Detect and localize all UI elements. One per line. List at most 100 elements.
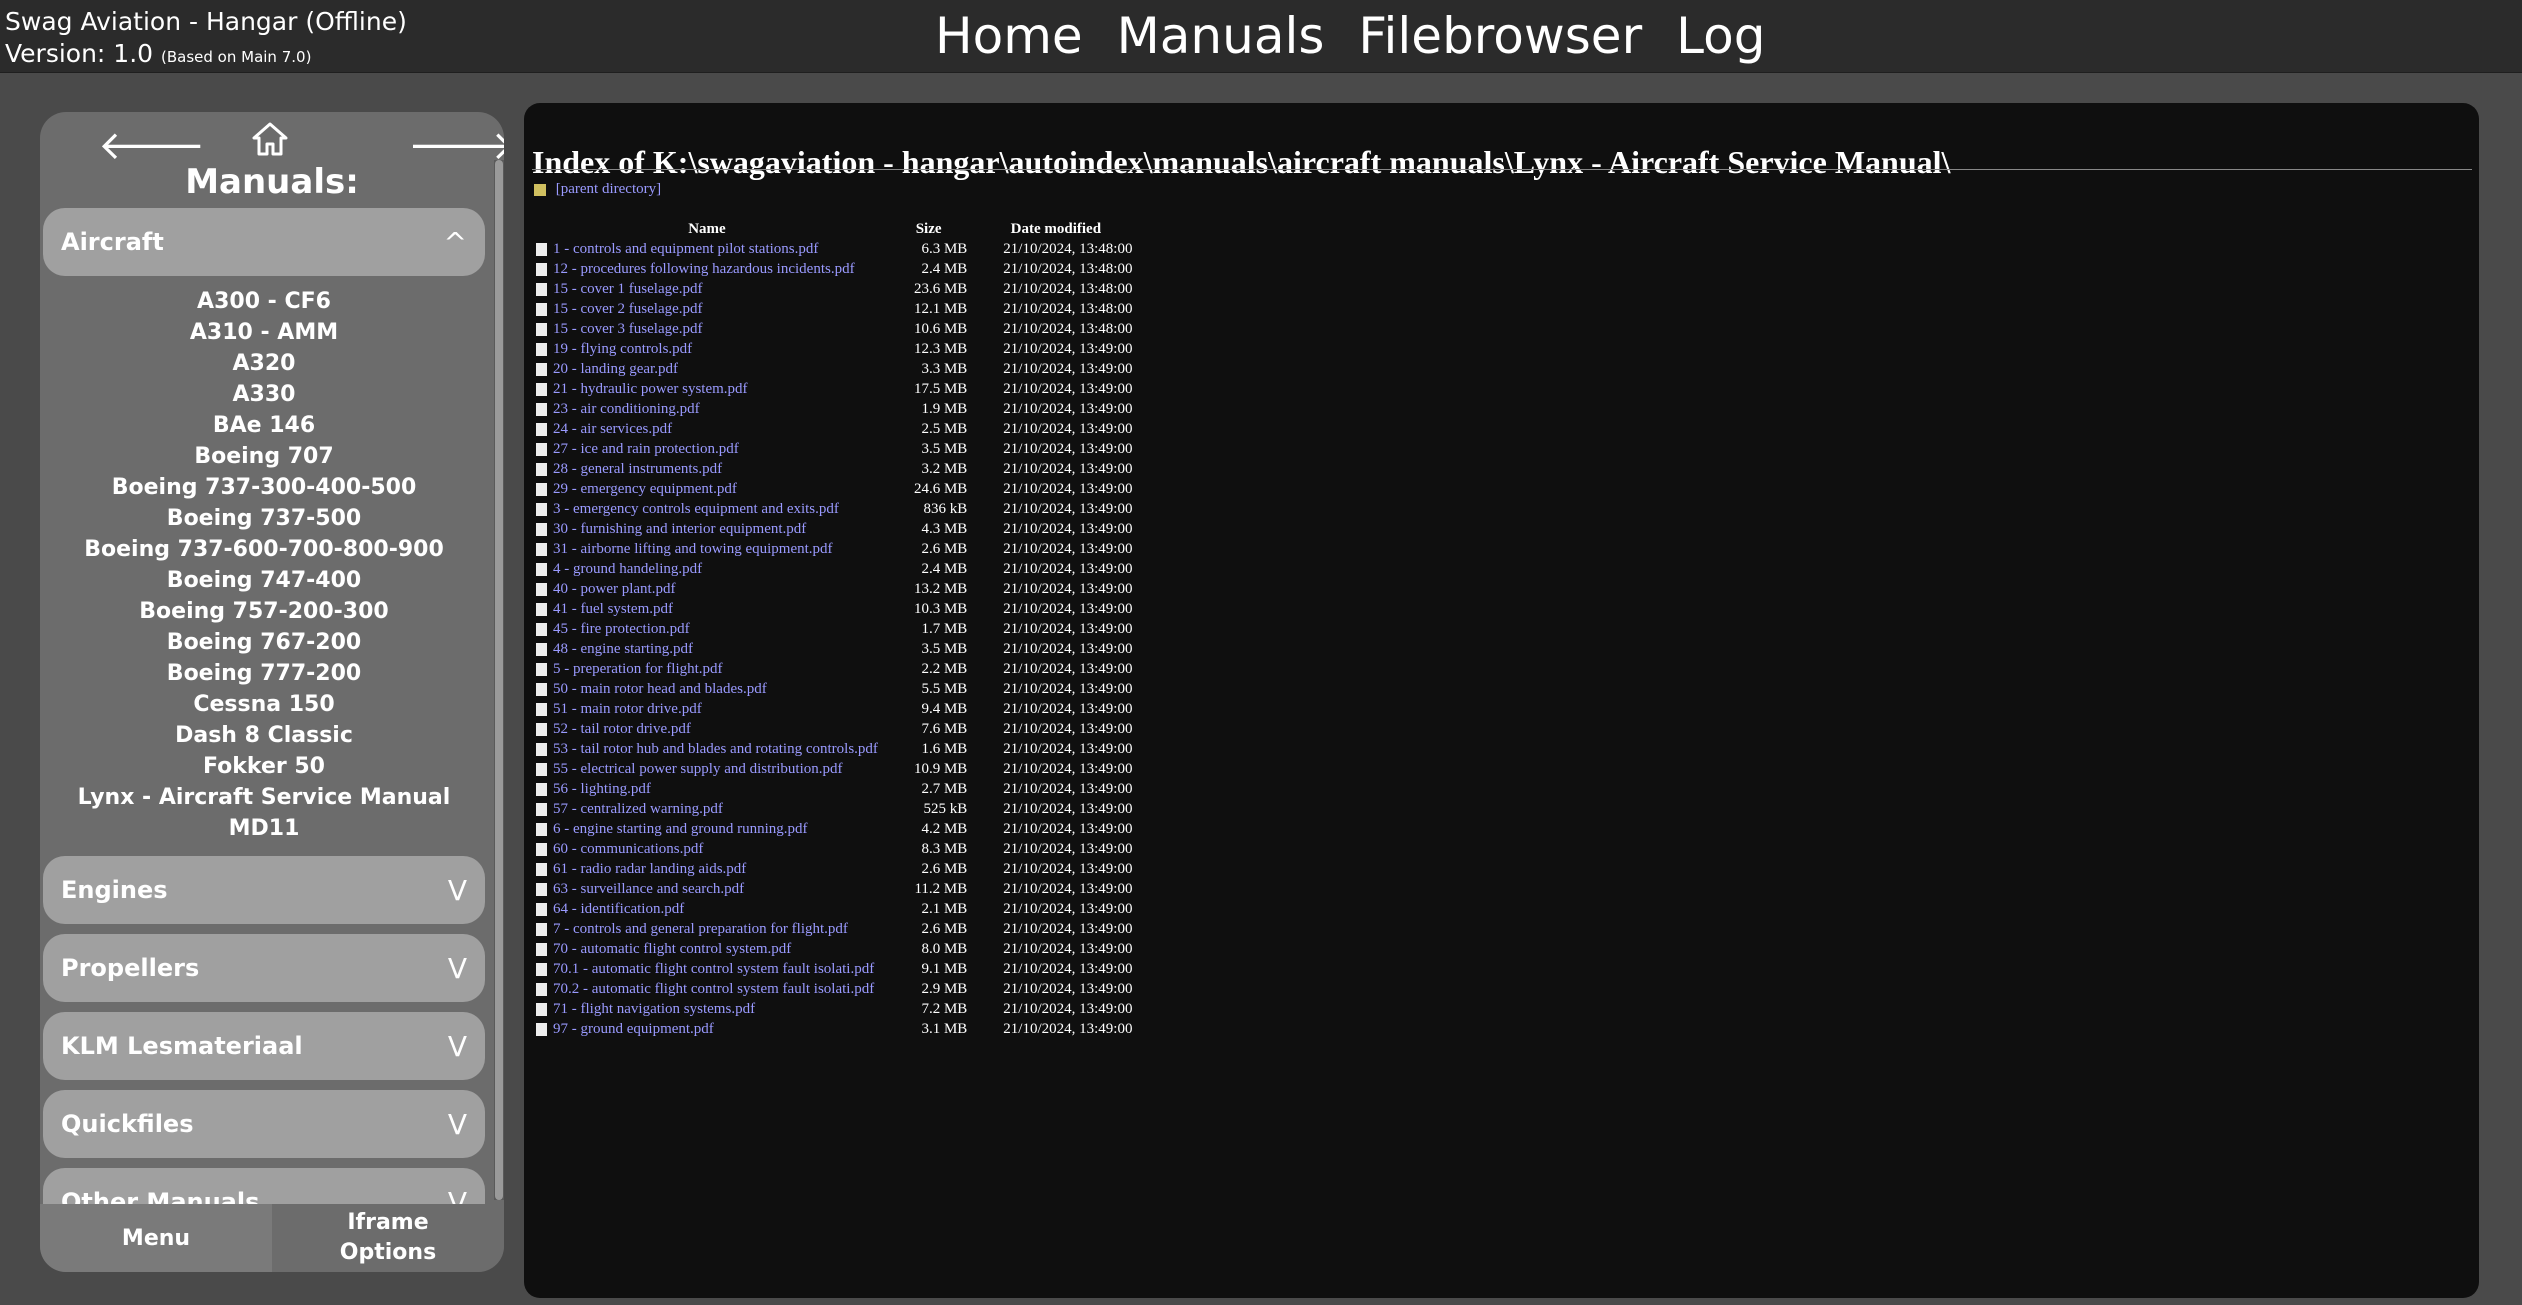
- file-link[interactable]: 12 - procedures following hazardous inci…: [553, 261, 855, 277]
- aircraft-item-b757[interactable]: Boeing 757-200-300: [43, 596, 485, 627]
- file-link[interactable]: 63 - surveillance and search.pdf: [553, 881, 744, 897]
- aircraft-item-a310[interactable]: A310 - AMM: [43, 317, 485, 348]
- file-name-cell: 31 - airborne lifting and towing equipme…: [530, 539, 884, 559]
- aircraft-item-lynx[interactable]: Lynx - Aircraft Service Manual: [43, 782, 485, 813]
- aircraft-item-b737-300[interactable]: Boeing 737-300-400-500: [43, 472, 485, 503]
- file-icon: [536, 282, 547, 296]
- file-link[interactable]: 60 - communications.pdf: [553, 841, 703, 857]
- file-name-cell: 7 - controls and general preparation for…: [530, 919, 884, 939]
- file-icon: [536, 582, 547, 596]
- aircraft-item-b767[interactable]: Boeing 767-200: [43, 627, 485, 658]
- column-size[interactable]: Size: [884, 219, 973, 239]
- file-date: 21/10/2024, 13:49:00: [1003, 560, 1133, 577]
- file-link[interactable]: 55 - electrical power supply and distrib…: [553, 761, 843, 777]
- file-size: 10.3 MB: [913, 600, 968, 617]
- table-row: 20 - landing gear.pdf 3.3 MB 21/10/2024, 1…: [530, 359, 1138, 379]
- file-size: 5.5 MB: [921, 680, 968, 697]
- file-icon: [536, 642, 547, 656]
- file-link[interactable]: 15 - cover 2 fuselage.pdf: [553, 301, 703, 317]
- file-icon: [536, 982, 547, 996]
- file-link[interactable]: 70 - automatic flight control system.pdf: [553, 941, 791, 957]
- file-date: 21/10/2024, 13:49:00: [1003, 840, 1133, 857]
- aircraft-item-bae146[interactable]: BAe 146: [43, 410, 485, 441]
- file-link[interactable]: 64 - identification.pdf: [553, 901, 684, 917]
- file-link[interactable]: 40 - power plant.pdf: [553, 581, 675, 597]
- aircraft-item-b707[interactable]: Boeing 707: [43, 441, 485, 472]
- file-link[interactable]: 24 - air services.pdf: [553, 421, 672, 437]
- file-size: 6.3 MB: [921, 240, 968, 257]
- aircraft-item-cessna150[interactable]: Cessna 150: [43, 689, 485, 720]
- file-link[interactable]: 41 - fuel system.pdf: [553, 601, 673, 617]
- file-size: 2.4 MB: [921, 260, 968, 277]
- aircraft-item-b747[interactable]: Boeing 747-400: [43, 565, 485, 596]
- file-link[interactable]: 15 - cover 3 fuselage.pdf: [553, 321, 703, 337]
- nav-manuals[interactable]: Manuals: [1117, 7, 1325, 65]
- file-size: 2.6 MB: [921, 860, 968, 877]
- file-link[interactable]: 50 - main rotor head and blades.pdf: [553, 681, 767, 697]
- file-size: 11.2 MB: [914, 880, 968, 897]
- category-aircraft[interactable]: Aircraft ^: [43, 208, 485, 276]
- file-icon: [536, 422, 547, 436]
- file-link[interactable]: 6 - engine starting and ground running.p…: [553, 821, 808, 837]
- file-name-cell: 55 - electrical power supply and distrib…: [530, 759, 884, 779]
- aircraft-item-b737-600[interactable]: Boeing 737-600-700-800-900: [43, 534, 485, 565]
- file-link[interactable]: 21 - hydraulic power system.pdf: [553, 381, 748, 397]
- category-klm-lesmateriaal[interactable]: KLM Lesmateriaal V: [43, 1012, 485, 1080]
- file-link[interactable]: 57 - centralized warning.pdf: [553, 801, 723, 817]
- nav-home[interactable]: Home: [935, 7, 1083, 65]
- file-link[interactable]: 56 - lighting.pdf: [553, 781, 651, 797]
- file-size: 2.9 MB: [921, 980, 968, 997]
- file-icon: [536, 342, 547, 356]
- file-link[interactable]: 15 - cover 1 fuselage.pdf: [553, 281, 703, 297]
- file-link[interactable]: 20 - landing gear.pdf: [553, 361, 678, 377]
- menu-tab[interactable]: Menu: [40, 1204, 272, 1272]
- file-link[interactable]: 4 - ground handeling.pdf: [553, 561, 702, 577]
- category-quickfiles[interactable]: Quickfiles V: [43, 1090, 485, 1158]
- home-icon[interactable]: [252, 122, 288, 160]
- aircraft-item-b777[interactable]: Boeing 777-200: [43, 658, 485, 689]
- file-link[interactable]: 70.2 - automatic flight control system f…: [553, 981, 874, 997]
- sidebar-scrollbar[interactable]: [495, 160, 503, 1200]
- file-link[interactable]: 53 - tail rotor hub and blades and rotat…: [553, 741, 878, 757]
- column-date[interactable]: Date modified: [973, 219, 1138, 239]
- aircraft-item-dash8[interactable]: Dash 8 Classic: [43, 720, 485, 751]
- aircraft-item-a300[interactable]: A300 - CF6: [43, 286, 485, 317]
- file-link[interactable]: 3 - emergency controls equipment and exi…: [553, 501, 839, 517]
- file-link[interactable]: 5 - preperation for flight.pdf: [553, 661, 723, 677]
- file-link[interactable]: 97 - ground equipment.pdf: [553, 1021, 714, 1037]
- file-link[interactable]: 31 - airborne lifting and towing equipme…: [553, 541, 833, 557]
- file-link[interactable]: 19 - flying controls.pdf: [553, 341, 692, 357]
- file-link[interactable]: 45 - fire protection.pdf: [553, 621, 690, 637]
- file-link[interactable]: 28 - general instruments.pdf: [553, 461, 722, 477]
- file-link[interactable]: 27 - ice and rain protection.pdf: [553, 441, 739, 457]
- file-link[interactable]: 30 - furnishing and interior equipment.p…: [553, 521, 806, 537]
- nav-filebrowser[interactable]: Filebrowser: [1358, 7, 1642, 65]
- file-link[interactable]: 48 - engine starting.pdf: [553, 641, 693, 657]
- category-engines[interactable]: Engines V: [43, 856, 485, 924]
- file-link[interactable]: 52 - tail rotor drive.pdf: [553, 721, 691, 737]
- file-link[interactable]: 61 - radio radar landing aids.pdf: [553, 861, 746, 877]
- table-row: 15 - cover 3 fuselage.pdf 10.6 MB 21/10/20…: [530, 319, 1138, 339]
- file-date: 21/10/2024, 13:49:00: [1003, 940, 1133, 957]
- aircraft-item-a330[interactable]: A330: [43, 379, 485, 410]
- file-link[interactable]: 23 - air conditioning.pdf: [553, 401, 700, 417]
- file-link[interactable]: 1 - controls and equipment pilot station…: [553, 241, 818, 257]
- aircraft-item-a320[interactable]: A320: [43, 348, 485, 379]
- file-link[interactable]: 7 - controls and general preparation for…: [553, 921, 848, 937]
- iframe-options-tab[interactable]: Iframe Options: [272, 1204, 504, 1272]
- file-link[interactable]: 29 - emergency equipment.pdf: [553, 481, 737, 497]
- aircraft-item-md11[interactable]: MD11: [43, 813, 485, 844]
- category-propellers[interactable]: Propellers V: [43, 934, 485, 1002]
- file-icon: [536, 242, 547, 256]
- file-link[interactable]: 51 - main rotor drive.pdf: [553, 701, 702, 717]
- parent-directory-link[interactable]: [parent directory]: [556, 181, 661, 197]
- table-row: 64 - identification.pdf 2.1 MB 21/10/2024,…: [530, 899, 1138, 919]
- file-link[interactable]: 70.1 - automatic flight control system f…: [553, 961, 874, 977]
- table-row: 15 - cover 1 fuselage.pdf 23.6 MB 21/10/20…: [530, 279, 1138, 299]
- file-link[interactable]: 71 - flight navigation systems.pdf: [553, 1001, 755, 1017]
- nav-log[interactable]: Log: [1676, 7, 1765, 65]
- aircraft-item-b737-500[interactable]: Boeing 737-500: [43, 503, 485, 534]
- file-date: 21/10/2024, 13:49:00: [1003, 700, 1133, 717]
- aircraft-item-fokker50[interactable]: Fokker 50: [43, 751, 485, 782]
- column-name[interactable]: Name: [530, 219, 884, 239]
